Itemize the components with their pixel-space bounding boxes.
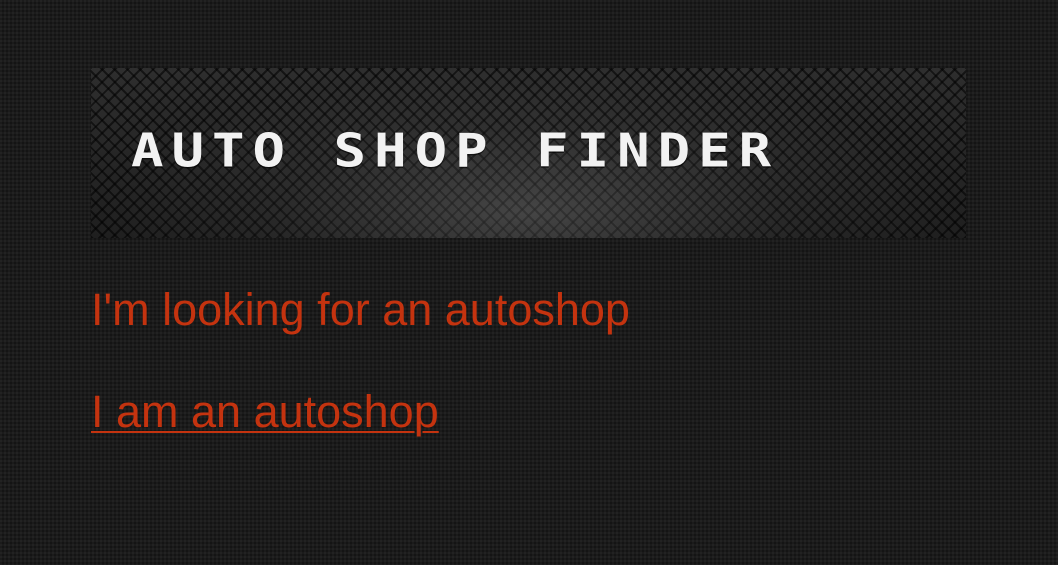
- header-banner: AUTO SHOP FINDER: [91, 68, 966, 238]
- i-am-an-autoshop-link[interactable]: I am an autoshop: [91, 386, 439, 438]
- page: AUTO SHOP FINDER I'm looking for an auto…: [0, 0, 1058, 565]
- site-logo: AUTO SHOP FINDER: [131, 124, 780, 178]
- looking-for-autoshop-text: I'm looking for an autoshop: [91, 284, 630, 335]
